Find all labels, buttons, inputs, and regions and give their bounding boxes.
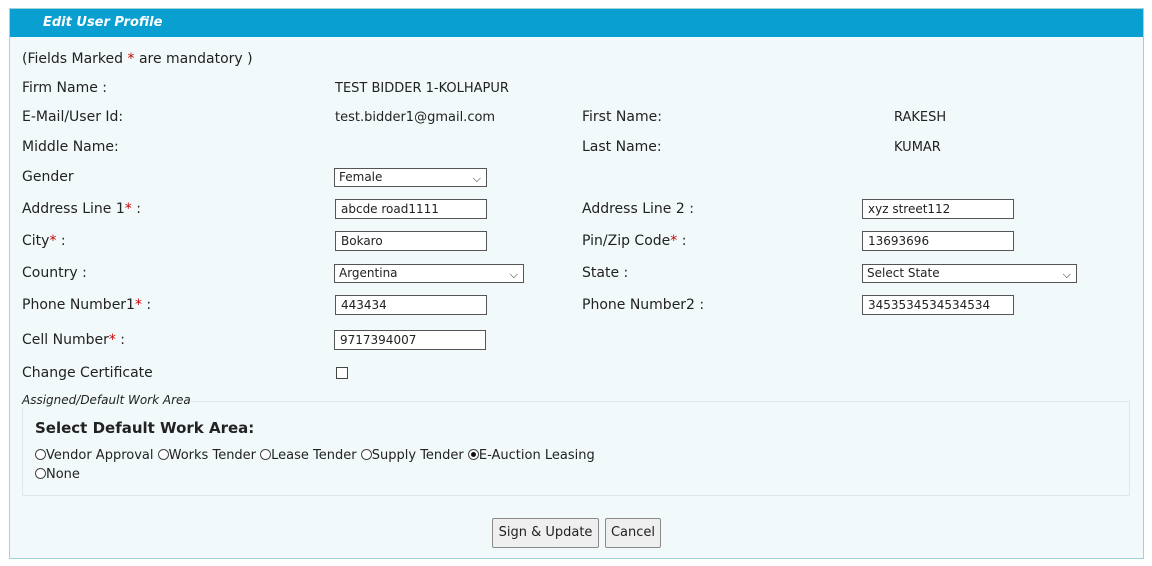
radio-label: E-Auction Leasing	[478, 448, 595, 463]
radio-label: Vendor Approval	[46, 448, 154, 463]
phone2-label: Phone Number2 :	[582, 297, 705, 313]
email-label: E-Mail/User Id:	[22, 109, 124, 125]
state-select-value: Select State	[867, 266, 940, 280]
phone1-input[interactable]	[335, 295, 487, 315]
radio-option-none[interactable]: None	[35, 467, 80, 482]
radio-label: Supply Tender	[371, 448, 464, 463]
phone1-label-suffix: :	[141, 297, 152, 313]
firm-name-value: TEST BIDDER 1-KOLHAPUR	[335, 81, 509, 96]
cancel-button[interactable]: Cancel	[605, 518, 661, 548]
radio-option-lease-tender[interactable]: Lease Tender	[260, 448, 357, 463]
mandatory-note-prefix: (Fields Marked	[22, 51, 128, 67]
cell-label: Cell Number* :	[22, 332, 125, 348]
middle-name-label: Middle Name:	[22, 139, 119, 155]
gender-label: Gender	[22, 169, 74, 185]
phone1-label-text: Phone Number1	[22, 297, 135, 313]
address2-input[interactable]	[862, 199, 1014, 219]
radio-option-vendor-approval[interactable]: Vendor Approval	[35, 448, 154, 463]
radio-button[interactable]	[360, 449, 372, 460]
chevron-down-icon: ⌵	[472, 172, 481, 185]
country-select[interactable]: Argentina ⌵	[334, 264, 524, 283]
radio-button[interactable]	[157, 449, 169, 460]
work-area-options: Vendor Approval Works Tender Lease Tende…	[35, 448, 595, 463]
required-star: *	[127, 51, 135, 67]
email-value: test.bidder1@gmail.com	[335, 110, 496, 125]
pin-label-suffix: :	[677, 233, 687, 249]
state-select[interactable]: Select State ⌵	[862, 264, 1077, 283]
last-name-label: Last Name:	[582, 139, 662, 155]
firm-name-label: Firm Name :	[22, 80, 107, 96]
chevron-down-icon: ⌵	[1062, 268, 1071, 281]
work-area-legend: Assigned/Default Work Area	[22, 393, 191, 407]
radio-option-works-tender[interactable]: Works Tender	[157, 448, 257, 463]
radio-button[interactable]	[35, 468, 46, 479]
phone2-input[interactable]	[862, 295, 1014, 315]
state-label: State :	[582, 265, 629, 281]
chevron-down-icon: ⌵	[509, 268, 518, 281]
work-area-heading: Select Default Work Area:	[35, 419, 255, 437]
gender-select-value: Female	[339, 170, 383, 184]
address1-input[interactable]	[335, 199, 487, 219]
first-name-value: RAKESH	[894, 110, 947, 125]
radio-label: None	[46, 467, 80, 482]
radio-button[interactable]	[35, 449, 46, 460]
required-star: *	[124, 201, 132, 217]
cell-label-suffix: :	[115, 332, 126, 348]
required-star: *	[108, 332, 116, 348]
city-label: City* :	[22, 233, 66, 249]
address2-label: Address Line 2 :	[582, 201, 694, 217]
city-input[interactable]	[335, 231, 487, 251]
pin-label-text: Pin/Zip Code	[582, 233, 671, 249]
city-label-text: City	[22, 233, 50, 249]
mandatory-note-suffix: are mandatory )	[134, 51, 253, 67]
panel-title: Edit User Profile	[10, 9, 1143, 37]
radio-option-e-auction-leasing[interactable]: E-Auction Leasing	[467, 448, 595, 463]
change-certificate-label: Change Certificate	[22, 365, 153, 381]
required-star: *	[134, 297, 142, 313]
gender-select[interactable]: Female ⌵	[334, 168, 487, 187]
radio-option-supply-tender[interactable]: Supply Tender	[360, 448, 464, 463]
last-name-value: KUMAR	[894, 140, 941, 155]
first-name-label: First Name:	[582, 109, 662, 125]
radio-label: Lease Tender	[271, 448, 357, 463]
country-select-value: Argentina	[339, 266, 398, 280]
cell-input[interactable]	[334, 330, 486, 350]
radio-button[interactable]	[260, 449, 272, 460]
radio-label: Works Tender	[168, 448, 257, 463]
address1-label-suffix: :	[131, 201, 141, 217]
country-label: Country :	[22, 265, 87, 281]
city-label-suffix: :	[56, 233, 66, 249]
sign-and-update-button[interactable]: Sign & Update	[492, 518, 599, 548]
phone1-label: Phone Number1* :	[22, 297, 151, 313]
address1-label-text: Address Line 1	[22, 201, 125, 217]
pin-input[interactable]	[862, 231, 1014, 251]
radio-button-selected[interactable]	[467, 449, 479, 460]
address1-label: Address Line 1* :	[22, 201, 141, 217]
mandatory-note: (Fields Marked * are mandatory )	[22, 51, 253, 67]
cell-label-text: Cell Number	[22, 332, 109, 348]
pin-label: Pin/Zip Code* :	[582, 233, 686, 249]
change-certificate-checkbox[interactable]	[336, 367, 348, 379]
